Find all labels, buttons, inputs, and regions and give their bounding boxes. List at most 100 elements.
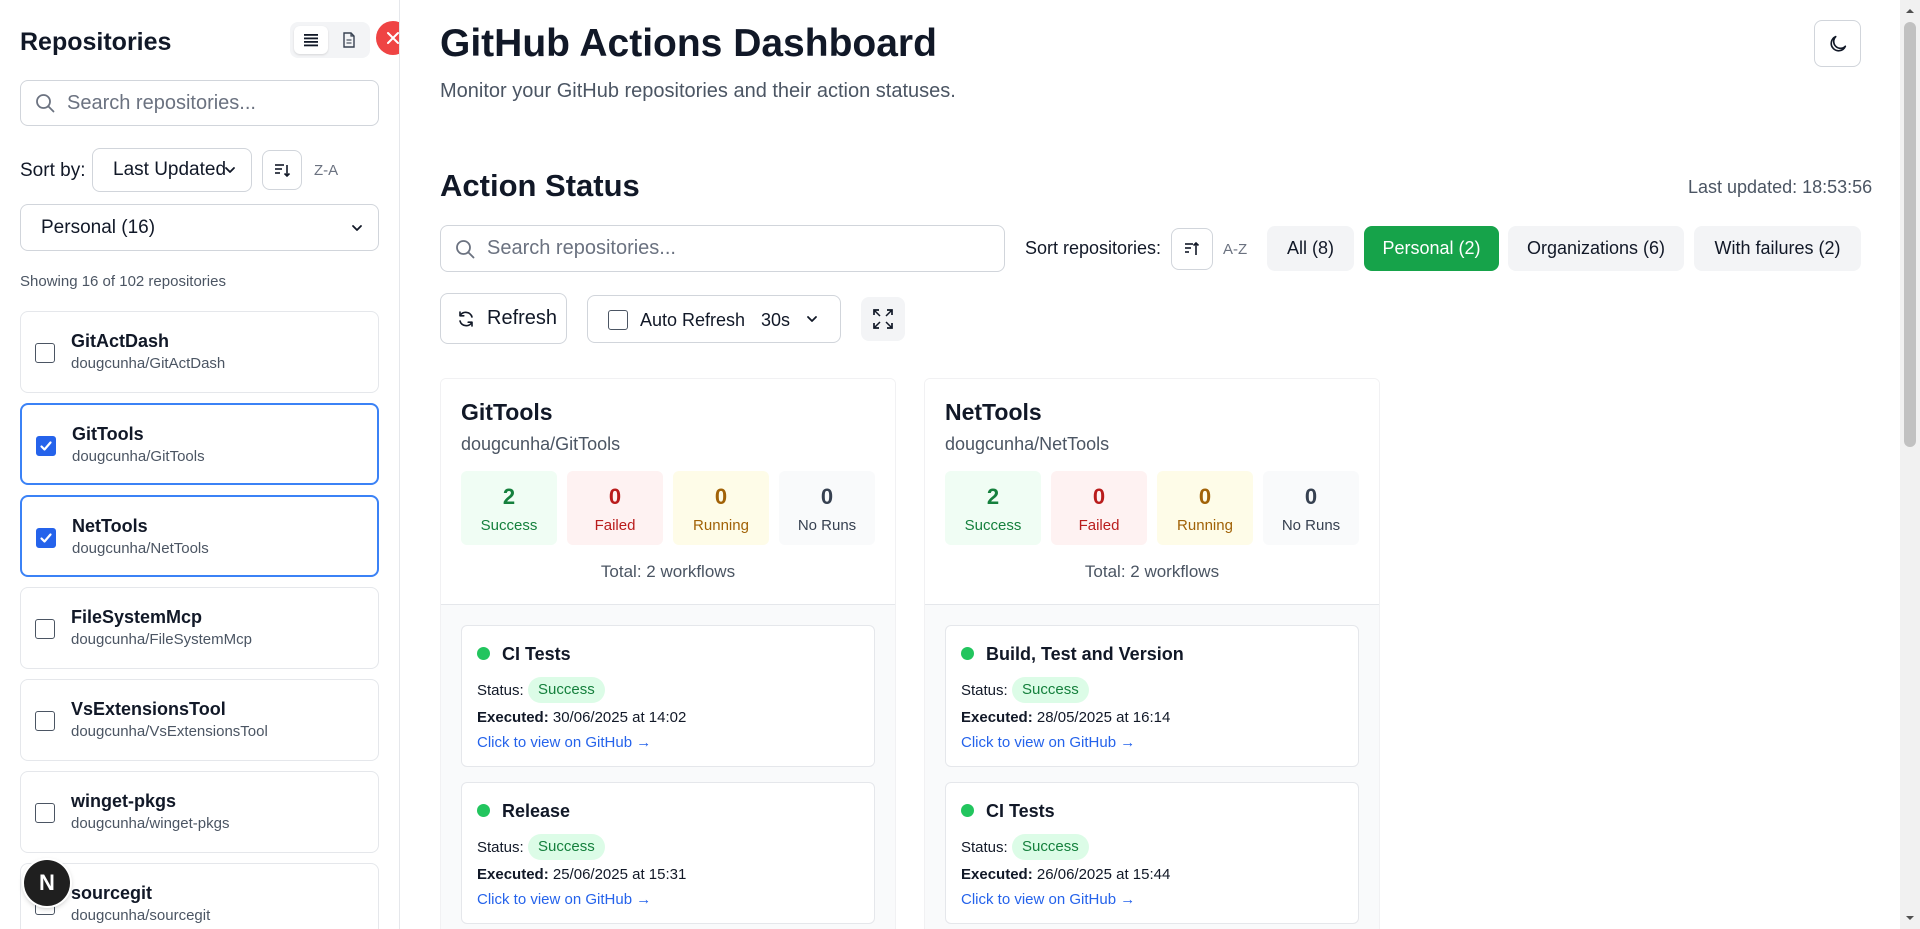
list-icon (304, 34, 318, 47)
repo-checkbox[interactable] (36, 436, 56, 456)
view-on-github-link[interactable]: Click to view on GitHub → (477, 891, 651, 908)
sidebar-search-input[interactable] (67, 91, 357, 115)
stat-label: Success (480, 517, 538, 534)
stat-value: 0 (1304, 484, 1318, 509)
card-summary: GitTools dougcunha/GitTools 2 Success 0 Faile… (441, 379, 895, 604)
stat-label: Success (964, 517, 1022, 534)
fullscreen-button[interactable] (861, 297, 905, 341)
document-view-button[interactable] (332, 26, 366, 54)
tab-all[interactable]: All (8) (1267, 226, 1354, 271)
status-badge: Success (528, 677, 605, 703)
repo-list-item[interactable]: FileSystemMcp dougcunha/FileSystemMcp (20, 587, 379, 669)
sort-ascending-icon (1185, 241, 1200, 255)
view-toggle (290, 22, 370, 58)
workflow-item[interactable]: Build, Test and Version Status: Success Exe… (945, 625, 1359, 767)
workflow-executed: Executed: 25/06/2025 at 15:31 (477, 866, 686, 883)
view-on-github-link[interactable]: Click to view on GitHub → (477, 734, 651, 751)
tab-with-failures[interactable]: With failures (2) (1694, 226, 1861, 271)
stat-failed: 0 Failed (567, 471, 663, 545)
repo-full-name: dougcunha/VsExtensionsTool (71, 723, 268, 740)
section-title: Action Status (440, 168, 640, 203)
chevron-down-icon[interactable] (805, 312, 819, 326)
action-search-field[interactable] (440, 225, 1005, 272)
avatar[interactable]: N (24, 860, 70, 906)
tab-organizations[interactable]: Organizations (6) (1508, 226, 1684, 271)
status-dot-icon (961, 804, 974, 817)
workflow-name: CI Tests (986, 801, 1055, 821)
repo-list-item[interactable]: VsExtensionsTool dougcunha/VsExtensionsTo… (20, 679, 379, 761)
repository-list: GitActDash dougcunha/GitActDash GitTools do… (20, 311, 379, 929)
sort-repositories-label: Sort repositories: (1025, 238, 1162, 258)
executed-label: Executed: (477, 866, 549, 883)
card-summary: NetTools dougcunha/NetTools 2 Success 0 Faile… (925, 379, 1379, 604)
sort-direction-button[interactable] (262, 150, 302, 190)
stat-label: Failed (594, 517, 636, 534)
tab-personal[interactable]: Personal (2) (1364, 226, 1499, 271)
repo-checkbox[interactable] (36, 528, 56, 548)
refresh-label: Refresh (487, 307, 558, 329)
repo-list-item[interactable]: winget-pkgs dougcunha/winget-pkgs (20, 771, 379, 853)
repo-checkbox[interactable] (35, 619, 55, 639)
stat-value: 0 (1198, 484, 1212, 509)
auto-refresh-interval-select[interactable]: 30s (761, 310, 790, 331)
card-total: Total: 2 workflows (600, 562, 736, 581)
repo-name: NetTools (72, 516, 148, 536)
repo-list-item[interactable]: GitTools dougcunha/GitTools (20, 403, 379, 485)
close-sidebar-button[interactable] (376, 21, 399, 55)
repo-checkbox[interactable] (35, 803, 55, 823)
chevron-down-icon (352, 225, 362, 231)
scroll-up-arrow-icon[interactable] (1904, 6, 1916, 16)
sort-repositories-button[interactable] (1171, 228, 1213, 270)
repo-full-name: dougcunha/winget-pkgs (71, 815, 230, 832)
repo-list-item[interactable]: sourcegit dougcunha/sourcegit (20, 863, 379, 929)
stat-label: Failed (1078, 517, 1120, 534)
repo-list-item[interactable]: GitActDash dougcunha/GitActDash (20, 311, 379, 393)
action-search-input[interactable] (487, 237, 987, 260)
check-icon (40, 533, 52, 543)
executed-label: Executed: (961, 866, 1033, 883)
scrollbar-thumb[interactable] (1904, 22, 1916, 447)
sort-repositories-direction: A-Z (1223, 241, 1248, 258)
list-view-button[interactable] (294, 26, 328, 54)
card-repo-full-name: dougcunha/GitTools (461, 434, 621, 454)
repo-checkbox[interactable] (35, 343, 55, 363)
last-updated: Last updated: 18:53:56 (1688, 177, 1873, 197)
check-icon (40, 441, 52, 451)
repo-checkbox[interactable] (35, 711, 55, 731)
stat-success: 2 Success (945, 471, 1041, 545)
auto-refresh-checkbox[interactable] (608, 310, 628, 330)
workflow-item[interactable]: CI Tests Status: Success Executed: 30/06/20… (461, 625, 875, 767)
search-icon (36, 94, 55, 113)
repo-name: GitActDash (71, 331, 170, 351)
sort-by-value: Last Updated (113, 159, 227, 180)
page-scrollbar[interactable] (1900, 0, 1920, 929)
workflow-item[interactable]: CI Tests Status: Success Executed: 26/06/20… (945, 782, 1359, 924)
repo-name: VsExtensionsTool (71, 699, 226, 719)
scroll-down-arrow-icon[interactable] (1904, 913, 1916, 923)
view-on-github-link[interactable]: Click to view on GitHub → (961, 734, 1135, 751)
view-on-github-link[interactable]: Click to view on GitHub → (961, 891, 1135, 908)
sort-by-select[interactable]: Last Updated (92, 148, 252, 192)
status-dot-icon (477, 804, 490, 817)
workflow-item[interactable]: Release Status: Success Executed: 25/06/202… (461, 782, 875, 924)
sidebar-search-field[interactable] (20, 80, 379, 126)
executed-value: 26/06/2025 at 15:44 (1036, 866, 1171, 883)
repo-full-name: dougcunha/NetTools (72, 540, 209, 557)
repo-name: sourcegit (71, 883, 153, 903)
repository-filter-select[interactable]: Personal (16) (20, 204, 379, 251)
stat-failed: 0 Failed (1051, 471, 1147, 545)
refresh-button[interactable]: Refresh (440, 293, 567, 344)
executed-label: Executed: (961, 709, 1033, 726)
repository-sidebar: Repositories Sort by: Last Updated Z-A P… (0, 0, 400, 929)
stat-value: 0 (714, 484, 728, 509)
stat-value: 0 (820, 484, 834, 509)
repo-name: winget-pkgs (71, 791, 177, 811)
executed-value: 28/05/2025 at 16:14 (1036, 709, 1171, 726)
stat-label: Running (1177, 517, 1233, 534)
chevron-down-icon (225, 167, 235, 173)
auto-refresh-control: Auto Refresh 30s (587, 295, 841, 343)
auto-refresh-label: Auto Refresh (640, 310, 746, 330)
stat-no-runs: 0 No Runs (779, 471, 875, 545)
repo-list-item[interactable]: NetTools dougcunha/NetTools (20, 495, 379, 577)
theme-toggle-button[interactable] (1814, 20, 1861, 67)
